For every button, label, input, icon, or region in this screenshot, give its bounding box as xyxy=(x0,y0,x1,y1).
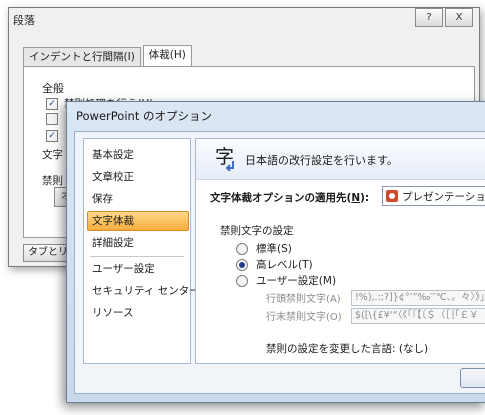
options-nav: 基本設定 文章校正 保存 文字体裁 詳細設定 ユーザー設定 セキュリティ センタ… xyxy=(83,138,200,364)
kinsoku-section-title: 禁則文字の設定 xyxy=(220,225,294,237)
checkbox-checked-icon[interactable]: ✓ xyxy=(46,130,58,142)
line-end-input[interactable]: $([\{£¥‘“〈《「『【〔＄（［｛｢￡￥ xyxy=(351,308,485,324)
nav-item-typography[interactable]: 文字体裁 xyxy=(87,211,189,231)
close-button[interactable]: X xyxy=(445,8,473,27)
nav-item-customize[interactable]: ユーザー設定 xyxy=(88,259,188,279)
radio-button-icon[interactable] xyxy=(236,242,248,255)
radio-high-level[interactable]: 高レベル(T) xyxy=(236,257,313,272)
paragraph-tabs: インデントと行間隔(I) 体裁(H) xyxy=(23,45,194,68)
content-header-text: 日本語の改行設定を行います。 xyxy=(245,154,398,167)
paragraph-dialog-title: 段落 xyxy=(13,14,35,27)
ok-button[interactable] xyxy=(460,368,485,388)
powerpoint-options-dialog: PowerPoint のオプション 基本設定 文章校正 保存 文字体裁 詳細設定… xyxy=(66,101,485,403)
apply-to-value: プレゼンテーション1 xyxy=(402,190,485,203)
nav-item-save[interactable]: 保存 xyxy=(88,189,188,209)
checkbox-checked-icon[interactable]: ✓ xyxy=(46,97,58,110)
options-body: 基本設定 文章校正 保存 文字体裁 詳細設定 ユーザー設定 セキュリティ センタ… xyxy=(74,131,485,394)
checkbox-row-3[interactable]: ✓ xyxy=(46,130,64,142)
apply-label-suffix: ): xyxy=(360,192,370,204)
kinsoku-fragment: 禁則 xyxy=(42,175,63,187)
nav-item-basic[interactable]: 基本設定 xyxy=(88,145,188,165)
nav-divider xyxy=(90,256,184,257)
line-end-label: 行末禁則文字(O) xyxy=(266,312,342,323)
radio-standard-label: 標準(S) xyxy=(256,243,292,255)
nav-item-resources[interactable]: リソース xyxy=(88,303,188,323)
apply-to-select[interactable]: プレゼンテーション1 ▼ xyxy=(382,186,485,206)
radio-custom[interactable]: ユーザー設定(M) xyxy=(236,273,336,288)
help-icon: ? xyxy=(426,12,432,23)
help-button[interactable]: ? xyxy=(415,8,443,27)
nav-item-trust-center[interactable]: セキュリティ センター xyxy=(88,281,200,301)
tab-asian-typography[interactable]: 体裁(H) xyxy=(142,45,192,66)
apply-to-label: 文字体裁オプションの適用先(N): xyxy=(210,190,369,205)
character-format-icon: 字 xyxy=(215,146,234,171)
radio-custom-label: ユーザー設定(M) xyxy=(256,275,337,287)
radio-high-level-label: 高レベル(T) xyxy=(256,259,313,271)
checkbox-row-2[interactable] xyxy=(46,113,64,125)
nav-item-advanced[interactable]: 詳細設定 xyxy=(88,233,188,253)
presentation-doc-icon xyxy=(386,190,398,202)
radio-button-checked-icon[interactable] xyxy=(236,258,248,271)
options-dialog-title: PowerPoint のオプション xyxy=(76,109,212,123)
changed-language-text: 禁則の設定を変更した言語: (なし) xyxy=(266,343,429,355)
content-header: 字 日本語の改行設定を行います。 xyxy=(196,139,485,180)
character-fragment: 文字 xyxy=(42,149,63,161)
checkbox-icon[interactable] xyxy=(46,113,58,125)
nav-item-proofing[interactable]: 文章校正 xyxy=(88,167,188,187)
radio-standard[interactable]: 標準(S) xyxy=(236,241,292,256)
title-bar-buttons: ? X xyxy=(415,8,473,27)
close-icon: X xyxy=(455,12,463,23)
line-start-label: 行頭禁則文字(A) xyxy=(266,294,341,305)
apply-label-prefix: 文字体裁オプションの適用先( xyxy=(210,192,352,204)
character-glyph: 字 xyxy=(215,146,234,168)
general-section-heading: 全般 xyxy=(42,82,64,95)
apply-label-accesskey: N xyxy=(351,192,361,204)
typography-content: 字 日本語の改行設定を行います。 文字体裁オプションの適用先(N): プレゼンテ… xyxy=(195,138,485,364)
line-start-input[interactable]: !%),.:;?]}¢°’”‰′″℃、。々〉》」』】〕゛゜ゝゞ・ヽヾ！％） xyxy=(351,290,485,306)
tab-indent-spacing[interactable]: インデントと行間隔(I) xyxy=(23,47,141,66)
radio-button-icon[interactable] xyxy=(236,274,248,287)
